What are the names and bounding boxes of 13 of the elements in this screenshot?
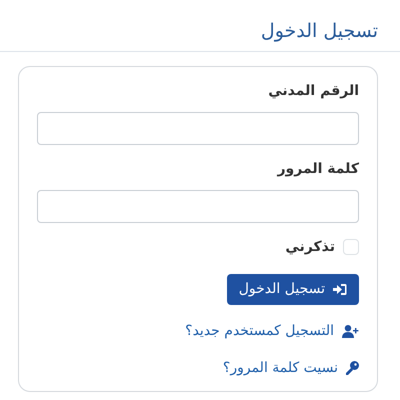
register-link[interactable]: التسجيل كمستخدم جديد؟ (185, 320, 334, 342)
login-button[interactable]: تسجيل الدخول (226, 274, 359, 305)
field-label: كلمة المرور (276, 160, 359, 179)
key-icon (346, 361, 359, 376)
remember-label[interactable]: تذكرني (285, 236, 335, 258)
page-title: تسجيل الدخول (260, 20, 378, 43)
sign-in-icon (333, 282, 347, 296)
field-label: الرقم المدني (267, 82, 359, 101)
add-user-icon (342, 324, 359, 338)
remember-checkbox[interactable] (343, 239, 359, 256)
input-field[interactable] (37, 190, 359, 223)
input-field[interactable] (37, 112, 359, 145)
forgot-password-link[interactable]: نسيت كلمة المرور؟ (222, 358, 338, 379)
